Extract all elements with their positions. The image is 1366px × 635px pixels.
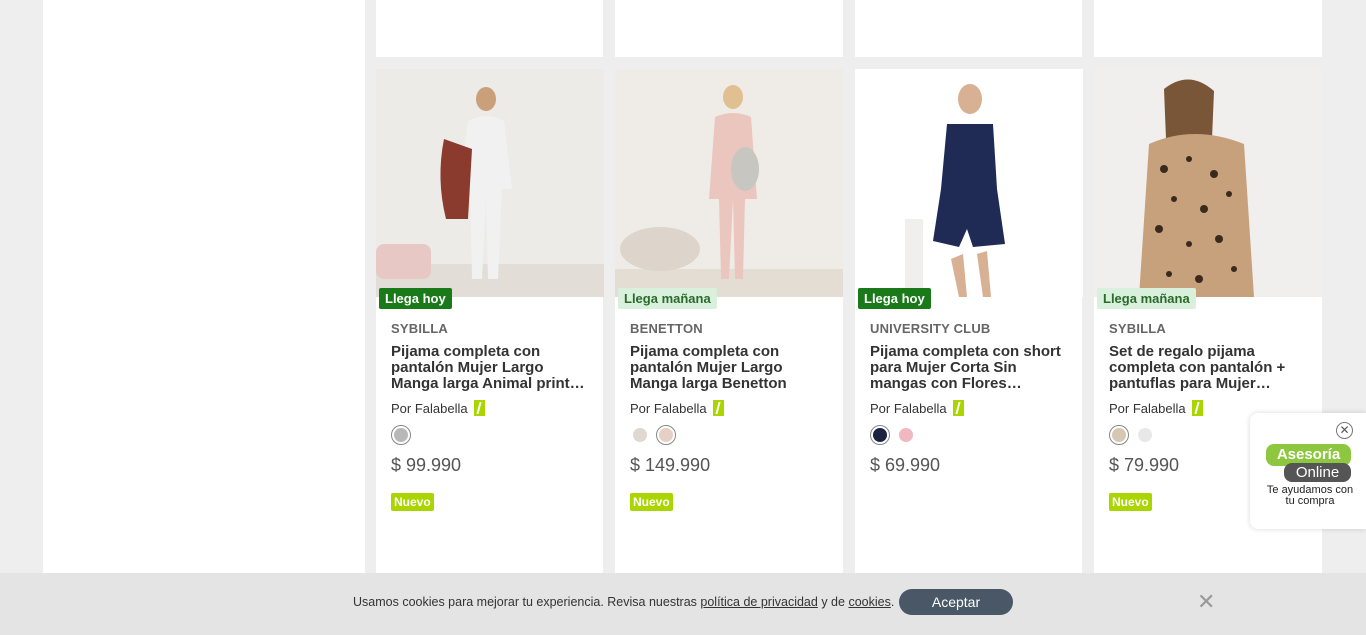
falabella-logo-icon <box>473 400 485 416</box>
product-price: $ 149.990 <box>630 455 711 475</box>
color-swatch[interactable] <box>870 425 890 445</box>
product-title[interactable]: Pijama completa con pantalón Mujer Largo… <box>391 344 591 392</box>
product-price: $ 99.990 <box>391 455 462 475</box>
color-swatch[interactable] <box>656 425 676 445</box>
color-swatch-dot <box>659 428 673 442</box>
privacy-policy-link[interactable]: política de privacidad <box>700 595 817 609</box>
color-swatches <box>870 425 916 445</box>
seller-info: Por Falabella <box>391 400 485 416</box>
color-swatch-dot <box>394 428 408 442</box>
cookie-text: . <box>890 595 895 609</box>
color-swatch[interactable] <box>1135 425 1155 445</box>
product-price: $ 69.990 <box>870 455 941 475</box>
close-circle-icon[interactable]: ✕ <box>1336 422 1353 439</box>
page: Llega hoy SYBILLA Pijama completa con pa… <box>0 0 1366 635</box>
falabella-logo-icon <box>952 400 964 416</box>
color-swatch[interactable] <box>630 425 650 445</box>
filters-sidebar <box>43 0 365 635</box>
cookie-text: Usamos cookies para mejorar tu experienc… <box>353 595 697 609</box>
product-card[interactable]: Llega hoy UNIVERSITY CLUB Pijama complet… <box>855 69 1083 589</box>
seller-info: Por Falabella <box>630 400 724 416</box>
product-brand: BENETTON <box>630 321 703 336</box>
product-card[interactable]: Llega mañana BENETTON Pijama completa co… <box>615 69 843 589</box>
product-image[interactable] <box>615 69 843 297</box>
color-swatch-dot <box>899 428 913 442</box>
cookie-message: Usamos cookies para mejorar tu experienc… <box>353 595 894 609</box>
product-title[interactable]: Pijama completa con pantalón Mujer Largo… <box>630 344 830 392</box>
product-brand: SYBILLA <box>1109 321 1167 336</box>
color-swatch-dot <box>1112 428 1126 442</box>
previous-product-card[interactable] <box>376 0 603 57</box>
color-swatch-dot <box>633 428 647 442</box>
delivery-badge: Llega hoy <box>379 288 452 309</box>
seller-info: Por Falabella <box>870 400 964 416</box>
product-title[interactable]: Set de regalo pijama completa con pantal… <box>1109 344 1309 392</box>
product-title[interactable]: Pijama completa con short para Mujer Cor… <box>870 344 1070 392</box>
color-swatches <box>630 425 676 445</box>
online-assistance-widget[interactable]: ✕ Asesoría Online Te ayudamos con tu com… <box>1250 413 1366 529</box>
color-swatch[interactable] <box>1109 425 1129 445</box>
previous-product-card[interactable] <box>1094 0 1322 57</box>
seller-label: Por Falabella <box>1109 400 1186 416</box>
previous-product-card[interactable] <box>855 0 1082 57</box>
product-price: $ 79.990 <box>1109 455 1180 475</box>
new-badge: Nuevo <box>1109 493 1152 511</box>
close-icon[interactable]: ✕ <box>1197 591 1215 613</box>
color-swatch[interactable] <box>391 425 411 445</box>
delivery-badge: Llega hoy <box>858 288 931 309</box>
cookie-text: y de <box>821 595 845 609</box>
cookie-banner: Usamos cookies para mejorar tu experienc… <box>0 573 1366 635</box>
previous-product-card[interactable] <box>615 0 843 57</box>
new-badge: Nuevo <box>391 493 434 511</box>
color-swatches <box>1109 425 1155 445</box>
product-image[interactable] <box>1094 69 1322 297</box>
delivery-badge: Llega mañana <box>618 288 717 309</box>
chat-tagline: Te ayudamos con tu compra <box>1266 484 1354 507</box>
product-brand: SYBILLA <box>391 321 449 336</box>
delivery-badge: Llega mañana <box>1097 288 1196 309</box>
color-swatch[interactable] <box>896 425 916 445</box>
color-swatches <box>391 425 411 445</box>
color-swatch-dot <box>1138 428 1152 442</box>
cookies-link[interactable]: cookies <box>848 595 890 609</box>
seller-label: Por Falabella <box>391 400 468 416</box>
seller-label: Por Falabella <box>630 400 707 416</box>
product-card[interactable]: Llega hoy SYBILLA Pijama completa con pa… <box>376 69 604 589</box>
color-swatch-dot <box>873 428 887 442</box>
new-badge: Nuevo <box>630 493 673 511</box>
product-brand: UNIVERSITY CLUB <box>870 321 991 336</box>
product-image[interactable] <box>376 69 604 297</box>
seller-label: Por Falabella <box>870 400 947 416</box>
falabella-logo-icon <box>1191 400 1203 416</box>
falabella-logo-icon <box>712 400 724 416</box>
seller-info: Por Falabella <box>1109 400 1203 416</box>
chat-bubble-secondary[interactable]: Online <box>1284 463 1351 482</box>
product-image[interactable] <box>855 69 1083 297</box>
accept-cookies-button[interactable]: Aceptar <box>899 589 1013 615</box>
